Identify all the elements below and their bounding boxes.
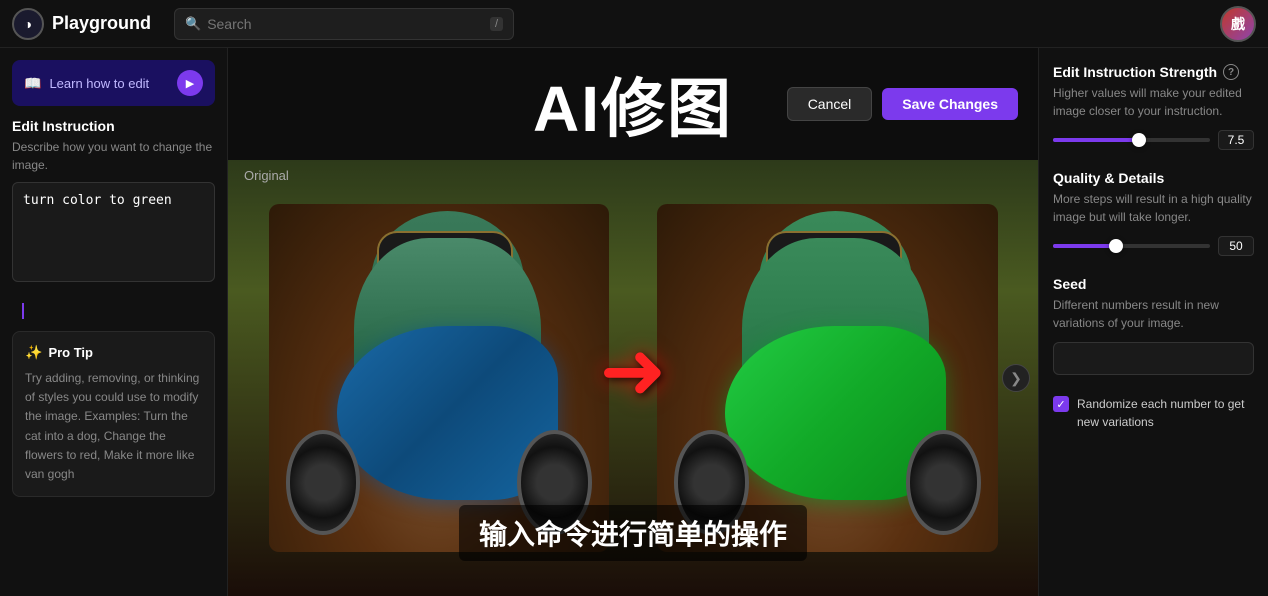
strength-title: Edit Instruction Strength ? <box>1053 64 1254 80</box>
edit-instruction-section: Edit Instruction Describe how you want t… <box>12 118 215 287</box>
pro-tip-body: Try adding, removing, or thinking of sty… <box>25 369 202 484</box>
quality-slider-fill <box>1053 244 1116 248</box>
user-avatar[interactable]: 戲 <box>1220 6 1256 42</box>
cursor-indicator <box>22 303 24 319</box>
wheel-rear-right <box>906 430 981 535</box>
image-area: Original ➜ <box>228 160 1038 596</box>
learn-banner[interactable]: 📖 Learn how to edit ▶ <box>12 60 215 106</box>
logo-icon: ◑ <box>12 8 44 40</box>
strength-slider-fill <box>1053 138 1139 142</box>
red-arrow-icon: ➜ <box>599 324 666 417</box>
main-layout: 📖 Learn how to edit ▶ Edit Instruction D… <box>0 48 1268 596</box>
randomize-checkbox[interactable] <box>1053 396 1069 412</box>
right-sidebar: Edit Instruction Strength ? Higher value… <box>1038 48 1268 596</box>
cancel-button[interactable]: Cancel <box>787 87 873 121</box>
quality-title: Quality & Details <box>1053 170 1254 186</box>
strength-info-icon[interactable]: ? <box>1223 64 1239 80</box>
edit-instruction-title: Edit Instruction <box>12 118 215 134</box>
edited-image <box>657 204 997 553</box>
action-buttons: Cancel Save Changes <box>787 87 1018 121</box>
center-content: AI修图 Cancel Save Changes Original <box>228 48 1038 596</box>
frog-figure-left <box>269 204 609 553</box>
quality-slider-thumb[interactable] <box>1109 239 1123 253</box>
edit-instruction-desc: Describe how you want to change the imag… <box>12 138 215 174</box>
search-input[interactable] <box>207 16 484 32</box>
quality-slider-row: 50 <box>1053 236 1254 256</box>
topbar: ◑ Playground 🔍 / 戲 <box>0 0 1268 48</box>
original-image <box>269 204 609 553</box>
left-sidebar: 📖 Learn how to edit ▶ Edit Instruction D… <box>0 48 228 596</box>
strength-desc: Higher values will make your edited imag… <box>1053 84 1254 120</box>
randomize-label: Randomize each number to get new variati… <box>1077 395 1254 431</box>
pro-tip-box: ✨ Pro Tip Try adding, removing, or think… <box>12 331 215 497</box>
seed-title: Seed <box>1053 276 1254 292</box>
seed-input[interactable] <box>1053 342 1254 375</box>
search-icon: 🔍 <box>185 16 201 32</box>
pro-tip-title: ✨ Pro Tip <box>25 344 202 361</box>
logo-area: ◑ Playground <box>12 8 162 40</box>
original-label: Original <box>244 168 289 183</box>
seed-desc: Different numbers result in new variatio… <box>1053 296 1254 332</box>
learn-banner-text: Learn how to edit <box>49 76 169 91</box>
image-comparison: ➜ 输入命令进行简单的操作 ❯ <box>228 160 1038 596</box>
strength-slider-row: 7.5 <box>1053 130 1254 150</box>
app-title: Playground <box>52 13 151 34</box>
book-icon: 📖 <box>24 75 41 92</box>
frog-figure-right <box>657 204 997 553</box>
expand-button[interactable]: ❯ <box>1002 364 1030 392</box>
quality-section: Quality & Details More steps will result… <box>1053 170 1254 256</box>
strength-slider-thumb[interactable] <box>1132 133 1146 147</box>
edit-instruction-input[interactable]: turn color to green <box>12 182 215 282</box>
cn-subtitle: 输入命令进行简单的操作 <box>459 505 807 561</box>
quality-value: 50 <box>1218 236 1254 256</box>
sparkle-icon: ✨ <box>25 344 42 361</box>
play-button[interactable]: ▶ <box>177 70 203 96</box>
quality-slider-track[interactable] <box>1053 244 1210 248</box>
strength-section: Edit Instruction Strength ? Higher value… <box>1053 64 1254 150</box>
randomize-row: Randomize each number to get new variati… <box>1053 395 1254 431</box>
quality-desc: More steps will result in a high quality… <box>1053 190 1254 226</box>
wheel-front-left <box>286 430 361 535</box>
page-title: AI修图 <box>533 58 733 150</box>
save-button[interactable]: Save Changes <box>882 88 1018 120</box>
topbar-right: 戲 <box>1220 6 1256 42</box>
strength-value: 7.5 <box>1218 130 1254 150</box>
search-bar[interactable]: 🔍 / <box>174 8 514 40</box>
center-header: AI修图 Cancel Save Changes <box>228 48 1038 160</box>
seed-section: Seed Different numbers result in new var… <box>1053 276 1254 375</box>
slash-badge: / <box>490 17 503 31</box>
strength-slider-track[interactable] <box>1053 138 1210 142</box>
